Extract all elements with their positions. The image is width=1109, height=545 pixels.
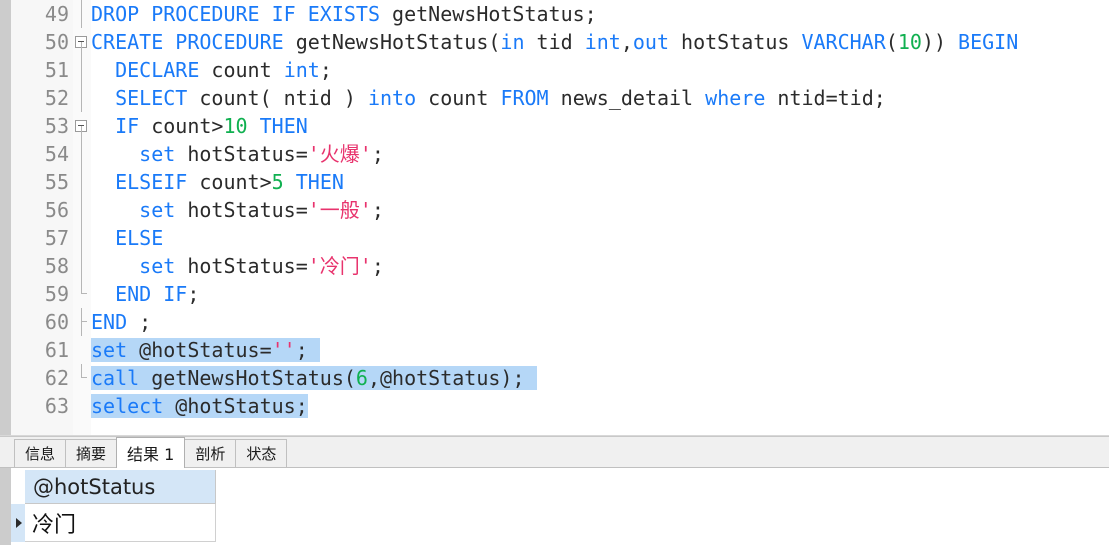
line-number: 57 bbox=[44, 226, 69, 250]
fold-guide-line bbox=[74, 252, 90, 280]
fold-region-tail bbox=[74, 364, 90, 392]
code-text: SELECT count( ntid ) into count FROM new… bbox=[115, 86, 886, 110]
fold-guide-line bbox=[74, 84, 90, 112]
code-line[interactable]: 56 set hotStatus='一般'; bbox=[0, 196, 1109, 224]
tab-item-1[interactable]: 摘要 bbox=[65, 439, 118, 467]
row-selector-cell[interactable] bbox=[11, 504, 25, 542]
grid-corner-cell bbox=[11, 470, 25, 504]
line-number: 53 bbox=[44, 114, 69, 138]
code-text: ELSE bbox=[115, 226, 164, 250]
line-number: 54 bbox=[44, 142, 69, 166]
code-line[interactable]: 59 END IF; bbox=[0, 280, 1109, 308]
table-row[interactable]: 冷门 bbox=[11, 504, 216, 542]
line-number: 55 bbox=[44, 170, 69, 194]
tab-label: 摘要 bbox=[76, 445, 107, 463]
tab-label: 信息 bbox=[25, 445, 56, 463]
line-number: 63 bbox=[44, 394, 69, 418]
fold-guide-line bbox=[74, 56, 90, 84]
fold-collapse-icon[interactable] bbox=[74, 28, 90, 56]
fold-guide-line bbox=[74, 0, 90, 28]
code-text: DECLARE count int; bbox=[115, 58, 332, 82]
line-number: 51 bbox=[44, 58, 69, 82]
line-number: 60 bbox=[44, 310, 69, 334]
code-line[interactable]: 60 END ; bbox=[0, 308, 1109, 336]
tab-label: 状态 bbox=[246, 445, 277, 463]
fold-collapse-icon[interactable] bbox=[74, 112, 90, 140]
line-number: 59 bbox=[44, 282, 69, 306]
result-tabbar: 信息 摘要 结果 1 剖析 状态 bbox=[0, 436, 1109, 468]
fold-region-end bbox=[74, 280, 90, 308]
code-line[interactable]: 58 set hotStatus='冷门'; bbox=[0, 252, 1109, 280]
tab-item-0[interactable]: 信息 bbox=[14, 439, 67, 467]
code-text: set hotStatus='火爆'; bbox=[139, 142, 384, 166]
code-text: select @hotStatus; bbox=[91, 394, 308, 418]
code-line[interactable]: 62 call getNewsHotStatus(6,@hotStatus); bbox=[0, 364, 1109, 392]
code-text: DROP PROCEDURE IF EXISTS getNewsHotStatu… bbox=[91, 2, 597, 26]
line-number: 61 bbox=[44, 338, 69, 362]
fold-guide-line bbox=[74, 168, 90, 196]
tab-active-item-2[interactable]: 结果 1 bbox=[116, 437, 186, 468]
code-line[interactable]: 49 DROP PROCEDURE IF EXISTS getNewsHotSta… bbox=[0, 0, 1109, 28]
code-lines-container[interactable]: 49 DROP PROCEDURE IF EXISTS getNewsHotSta… bbox=[0, 0, 1109, 436]
code-text: set hotStatus='冷门'; bbox=[139, 254, 384, 278]
table-cell[interactable]: 冷门 bbox=[25, 504, 216, 542]
line-number: 58 bbox=[44, 254, 69, 278]
result-grid-header-row: @hotStatus bbox=[11, 470, 216, 504]
sql-editor-window: 49 DROP PROCEDURE IF EXISTS getNewsHotSta… bbox=[0, 0, 1109, 545]
tab-label: 剖析 bbox=[195, 445, 226, 463]
code-line[interactable]: 61 set @hotStatus=''; bbox=[0, 336, 1109, 364]
code-text: set @hotStatus=''; bbox=[91, 338, 320, 362]
code-line[interactable]: 54 set hotStatus='火爆'; bbox=[0, 140, 1109, 168]
code-line[interactable]: 52 SELECT count( ntid ) into count FROM … bbox=[0, 84, 1109, 112]
fold-empty bbox=[74, 392, 90, 420]
tab-label: 结果 1 bbox=[127, 445, 175, 464]
tab-item-4[interactable]: 状态 bbox=[235, 439, 288, 467]
line-number: 52 bbox=[44, 86, 69, 110]
current-row-arrow-icon bbox=[15, 518, 22, 528]
code-text: END IF; bbox=[115, 282, 200, 306]
code-text: call getNewsHotStatus(6,@hotStatus); bbox=[91, 366, 537, 390]
tab-item-3[interactable]: 剖析 bbox=[184, 439, 237, 467]
code-line[interactable]: 63 select @hotStatus; bbox=[0, 392, 1109, 420]
line-number: 62 bbox=[44, 366, 69, 390]
fold-guide-line bbox=[74, 224, 90, 252]
result-grid[interactable]: @hotStatus 冷门 bbox=[11, 468, 1109, 545]
fold-guide-line bbox=[74, 140, 90, 168]
fold-region-end-outer bbox=[74, 308, 90, 336]
result-tab-list: 信息 摘要 结果 1 剖析 状态 bbox=[14, 437, 288, 469]
code-text: ELSEIF count>5 THEN bbox=[115, 170, 344, 194]
code-line[interactable]: 55 ELSEIF count>5 THEN bbox=[0, 168, 1109, 196]
code-line[interactable]: 51 DECLARE count int; bbox=[0, 56, 1109, 84]
result-left-margin bbox=[0, 468, 11, 545]
code-text: set hotStatus='一般'; bbox=[139, 198, 384, 222]
code-line[interactable]: 53 IF count>10 THEN bbox=[0, 112, 1109, 140]
sql-editor-pane[interactable]: 49 DROP PROCEDURE IF EXISTS getNewsHotSta… bbox=[0, 0, 1109, 436]
result-grid-panel[interactable]: @hotStatus 冷门 bbox=[0, 468, 1109, 545]
column-header[interactable]: @hotStatus bbox=[25, 470, 216, 504]
code-text: CREATE PROCEDURE getNewsHotStatus(in tid… bbox=[91, 30, 1019, 54]
line-number: 49 bbox=[44, 2, 69, 26]
fold-guide-line bbox=[74, 196, 90, 224]
line-number: 56 bbox=[44, 198, 69, 222]
code-text: IF count>10 THEN bbox=[115, 114, 308, 138]
code-line[interactable]: 50 CREATE PROCEDURE getNewsHotStatus(in t… bbox=[0, 28, 1109, 56]
code-line[interactable]: 57 ELSE bbox=[0, 224, 1109, 252]
fold-empty bbox=[74, 336, 90, 364]
line-number: 50 bbox=[44, 30, 69, 54]
code-text: END ; bbox=[91, 310, 152, 334]
